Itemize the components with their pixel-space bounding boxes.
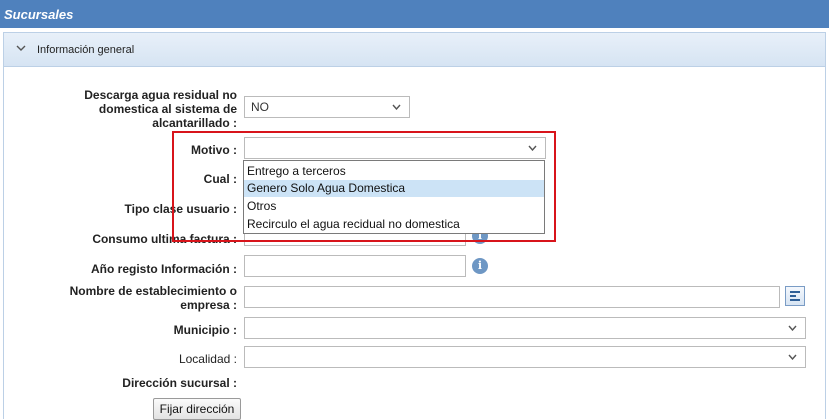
panel-header[interactable]: Información general (4, 33, 825, 67)
chevron-down-icon (788, 325, 797, 331)
panel-title: Información general (37, 44, 135, 56)
anio-input[interactable] (244, 255, 466, 277)
chevron-down-icon (788, 354, 797, 360)
page-title: Sucursales (4, 7, 74, 22)
descarga-label-line: alcantarillado : (152, 116, 237, 130)
chevron-down-icon (392, 104, 401, 110)
descarga-label-line: domestica al sistema de (98, 102, 237, 116)
list-icon[interactable] (785, 286, 805, 306)
descarga-label-line: Descarga agua residual no (84, 88, 237, 102)
direccion-label: Dirección sucursal : (122, 376, 237, 390)
info-icon[interactable]: i (472, 258, 488, 274)
nombre-label-line: empresa : (180, 298, 237, 312)
localidad-select[interactable] (244, 346, 806, 368)
descarga-label: Descarga agua residual no domestica al s… (84, 88, 237, 130)
nombre-label-line: Nombre de establecimiento o (69, 284, 237, 298)
localidad-label: Localidad : (178, 352, 237, 366)
municipio-label: Municipio : (173, 323, 237, 337)
chevron-down-icon (16, 45, 26, 51)
highlight-box (172, 131, 556, 242)
nombre-input[interactable] (244, 286, 780, 308)
anio-label: Año registo Información : (90, 262, 237, 276)
descarga-value: NO (251, 100, 269, 114)
nombre-label: Nombre de establecimiento o empresa : (70, 284, 237, 312)
page-header: Sucursales (0, 0, 829, 28)
descarga-select[interactable]: NO (244, 96, 410, 118)
municipio-select[interactable] (244, 317, 806, 339)
fijar-direccion-button[interactable]: Fijar dirección (153, 398, 241, 420)
